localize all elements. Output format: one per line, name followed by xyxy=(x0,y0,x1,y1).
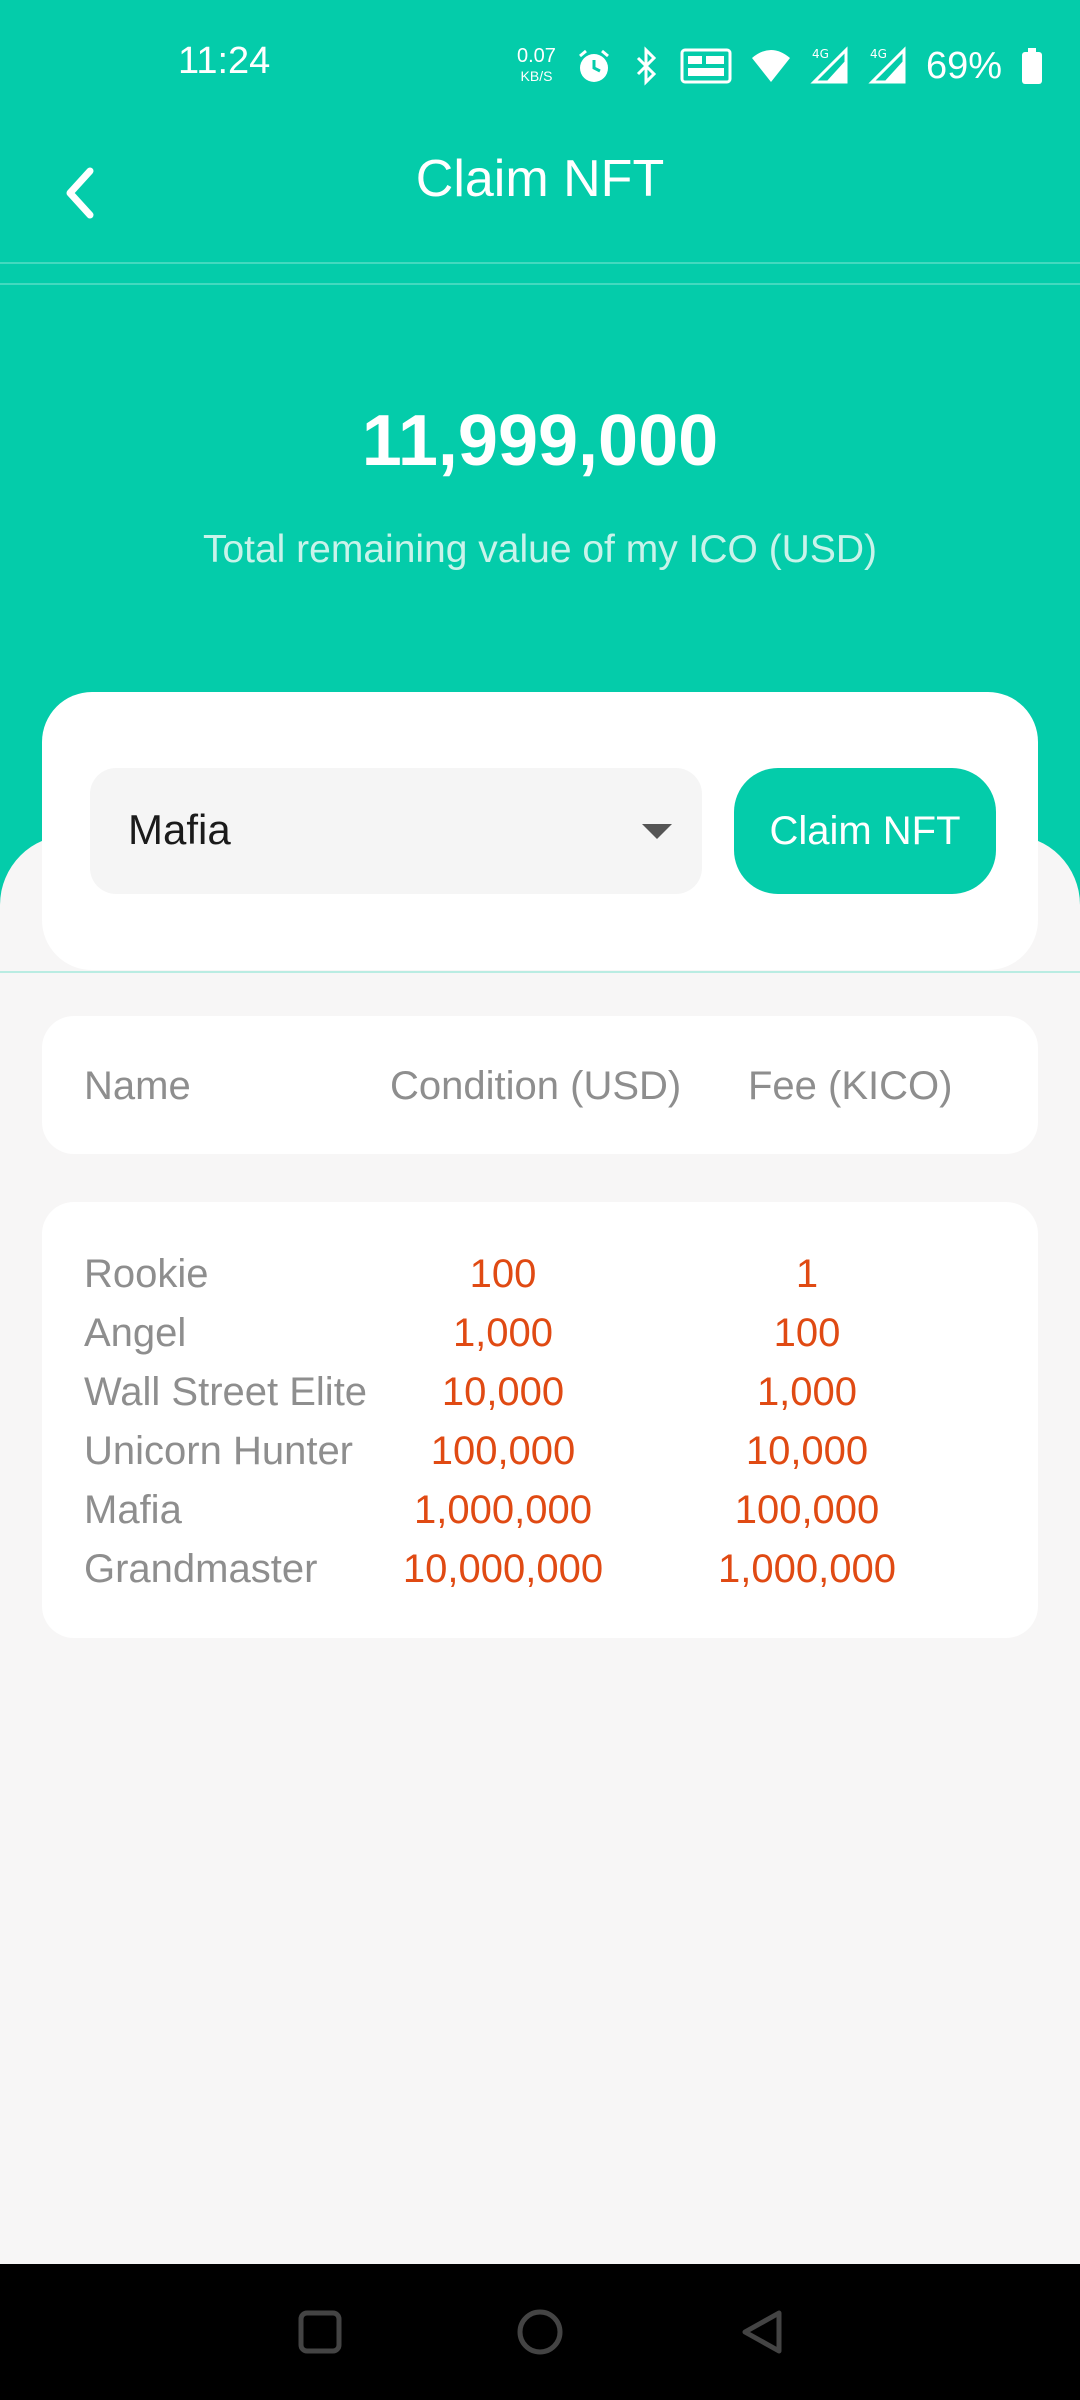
tier-fee: 1,000,000 xyxy=(718,1547,896,1591)
table-row: Unicorn Hunter 100,000 10,000 xyxy=(42,1429,1038,1488)
tier-fee: 100 xyxy=(773,1311,841,1355)
section-divider xyxy=(0,971,1080,973)
app-bar: Claim NFT xyxy=(0,135,1080,263)
tier-fee: 1,000 xyxy=(756,1370,858,1414)
tier-select-value: Mafia xyxy=(128,806,231,853)
home-button[interactable] xyxy=(502,2294,578,2370)
wifi-icon xyxy=(750,48,792,84)
tier-condition: 1,000 xyxy=(452,1311,554,1355)
table-row: Wall Street Elite 10,000 1,000 xyxy=(42,1370,1038,1429)
recents-square-icon xyxy=(298,2310,342,2354)
tier-condition: 10,000 xyxy=(441,1370,565,1414)
total-value-caption: Total remaining value of my ICO (USD) xyxy=(202,528,878,571)
recents-button[interactable] xyxy=(282,2294,358,2370)
status-icons: 0.07 KB/S 4G 4G 69% xyxy=(517,36,1044,96)
status-bar: 11:24 0.07 KB/S 4G 4G 69% xyxy=(0,0,1080,135)
page-title: Claim NFT xyxy=(415,150,665,208)
tier-condition: 10,000,000 xyxy=(402,1547,604,1591)
battery-icon xyxy=(1020,46,1044,86)
signal-4g-icon: 4G xyxy=(868,46,908,86)
home-circle-icon xyxy=(517,2309,563,2355)
battery-percent: 69% xyxy=(925,44,1002,87)
tier-name: Angel xyxy=(84,1311,187,1355)
volte-icon xyxy=(680,46,732,86)
header-divider xyxy=(0,283,1080,285)
system-nav-bar xyxy=(0,2264,1080,2400)
claim-nft-button[interactable]: Claim NFT xyxy=(734,768,996,894)
tier-name: Unicorn Hunter xyxy=(84,1429,354,1473)
claim-card: Mafia Claim NFT xyxy=(42,692,1038,970)
claim-nft-screen: 11:24 0.07 KB/S 4G 4G 69% Claim NFT 11,9… xyxy=(0,0,1080,2400)
network-speed-value: 0.07 xyxy=(517,45,556,67)
tier-name: Rookie xyxy=(84,1252,209,1296)
signal-4g-icon: 4G xyxy=(810,46,850,86)
network-speed-unit: KB/S xyxy=(520,68,553,84)
table-row: Angel 1,000 100 xyxy=(42,1311,1038,1370)
header-divider xyxy=(0,262,1080,264)
back-triangle-icon xyxy=(742,2310,782,2354)
table-row: Rookie 100 1 xyxy=(42,1252,1038,1311)
bluetooth-icon xyxy=(632,46,662,86)
total-value: 11,999,000 xyxy=(361,401,719,481)
svg-text:4G: 4G xyxy=(870,47,887,61)
tier-name: Grandmaster xyxy=(84,1547,318,1591)
column-header-fee: Fee (KICO) xyxy=(748,1064,953,1108)
column-header-name: Name xyxy=(84,1064,191,1108)
table-row: Mafia 1,000,000 100,000 xyxy=(42,1488,1038,1547)
status-time: 11:24 xyxy=(178,40,271,82)
table-header: Name Condition (USD) Fee (KICO) xyxy=(42,1016,1038,1154)
tier-fee: 100,000 xyxy=(734,1488,880,1532)
tier-fee: 10,000 xyxy=(745,1429,869,1473)
back-nav-button[interactable] xyxy=(724,2294,800,2370)
tier-condition: 1,000,000 xyxy=(414,1488,592,1532)
table-row: Grandmaster 10,000,000 1,000,000 xyxy=(42,1547,1038,1606)
tier-name: Wall Street Elite xyxy=(84,1370,368,1414)
tier-select[interactable]: Mafia xyxy=(90,768,702,894)
alarm-icon xyxy=(574,46,614,86)
tier-fee: 1 xyxy=(795,1252,819,1296)
network-speed: 0.07 KB/S xyxy=(517,46,556,86)
tier-table: Rookie 100 1 Angel 1,000 100 Wall Street… xyxy=(42,1202,1038,1638)
column-header-condition: Condition (USD) xyxy=(390,1064,682,1108)
svg-text:4G: 4G xyxy=(812,47,829,61)
tier-name: Mafia xyxy=(84,1488,182,1532)
tier-condition: 100 xyxy=(469,1252,537,1296)
caret-down-icon xyxy=(642,824,672,839)
tier-condition: 100,000 xyxy=(430,1429,576,1473)
